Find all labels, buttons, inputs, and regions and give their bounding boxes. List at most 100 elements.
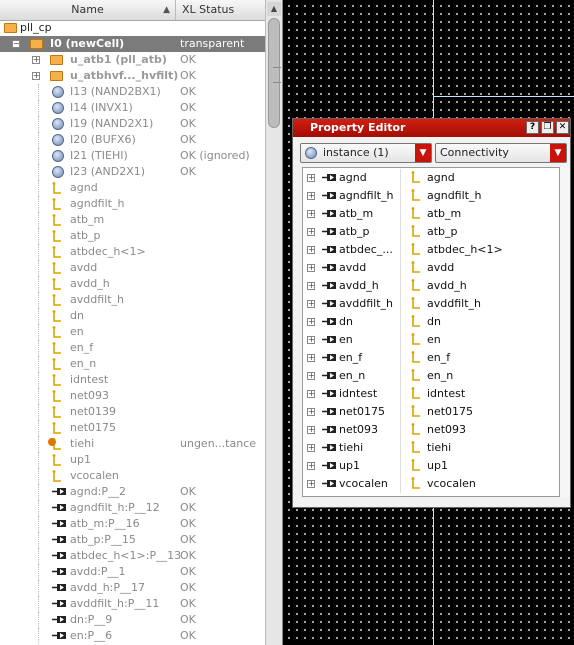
expand-icon[interactable]: + bbox=[307, 444, 315, 452]
connectivity-row[interactable]: + avddfilt_h avddfilt_h bbox=[303, 295, 559, 313]
expand-icon[interactable]: + bbox=[307, 228, 315, 236]
tree-row[interactable]: avdd_h:P__17 OK bbox=[0, 580, 265, 596]
connectivity-row[interactable]: + net0175 net0175 bbox=[303, 403, 559, 421]
collapse-icon[interactable]: − bbox=[12, 40, 20, 48]
tree-row[interactable]: en_f bbox=[0, 340, 265, 356]
tree-row[interactable]: avddfilt_h bbox=[0, 292, 265, 308]
tree-row[interactable]: dn bbox=[0, 308, 265, 324]
tree-row[interactable]: atb_p:P__15 OK bbox=[0, 532, 265, 548]
connectivity-row[interactable]: + dn dn bbox=[303, 313, 559, 331]
tree-row[interactable]: en bbox=[0, 324, 265, 340]
expand-icon[interactable]: + bbox=[307, 246, 315, 254]
net-name[interactable]: en_n bbox=[427, 367, 453, 385]
connectivity-row[interactable]: + atb_p atb_p bbox=[303, 223, 559, 241]
connectivity-row[interactable]: + avdd_h avdd_h bbox=[303, 277, 559, 295]
view-combo[interactable]: Connectivity ▼ bbox=[435, 143, 567, 163]
net-name[interactable]: atb_m bbox=[427, 205, 461, 223]
net-name[interactable]: net0175 bbox=[427, 403, 473, 421]
close-button[interactable]: ✕ bbox=[556, 121, 569, 134]
connectivity-row[interactable]: + en_f en_f bbox=[303, 349, 559, 367]
net-name[interactable]: atbdec_h<1> bbox=[427, 241, 503, 259]
tree-row[interactable]: atbdec_h<1> bbox=[0, 244, 265, 260]
net-name[interactable]: up1 bbox=[427, 457, 448, 475]
tree-row[interactable]: I20 (BUFX6) OK bbox=[0, 132, 265, 148]
property-editor-titlebar[interactable]: Property Editor ? ❐ ✕ bbox=[293, 119, 570, 137]
tree-row[interactable]: I14 (INVX1) OK bbox=[0, 100, 265, 116]
tree-row[interactable]: − I0 (newCell) transparent bbox=[0, 36, 265, 52]
expand-icon[interactable]: + bbox=[307, 354, 315, 362]
connectivity-row[interactable]: + tiehi tiehi bbox=[303, 439, 559, 457]
net-name[interactable]: dn bbox=[427, 313, 441, 331]
expand-icon[interactable]: + bbox=[307, 462, 315, 470]
tree-row[interactable]: avdd:P__1 OK bbox=[0, 564, 265, 580]
tree-row[interactable]: agndfilt_h bbox=[0, 196, 265, 212]
net-name[interactable]: idntest bbox=[427, 385, 465, 403]
connectivity-row[interactable]: + atbdec_... atbdec_h<1> bbox=[303, 241, 559, 259]
connectivity-row[interactable]: + agndfilt_h agndfilt_h bbox=[303, 187, 559, 205]
expand-icon[interactable]: + bbox=[307, 372, 315, 380]
connectivity-row[interactable]: + en en bbox=[303, 331, 559, 349]
expand-icon[interactable]: + bbox=[32, 72, 40, 80]
column-header-name[interactable]: Name ▲ bbox=[0, 0, 176, 20]
expand-icon[interactable]: + bbox=[307, 282, 315, 290]
scroll-up-icon[interactable]: ▲ bbox=[267, 2, 281, 16]
connectivity-row[interactable]: + en_n en_n bbox=[303, 367, 559, 385]
tree-row[interactable]: agnd:P__2 OK bbox=[0, 484, 265, 500]
tree-row[interactable]: dn:P__9 OK bbox=[0, 612, 265, 628]
expand-icon[interactable]: + bbox=[307, 192, 315, 200]
expand-icon[interactable]: + bbox=[32, 56, 40, 64]
tree-row[interactable]: atb_m:P__16 OK bbox=[0, 516, 265, 532]
tree-row[interactable]: up1 bbox=[0, 452, 265, 468]
expand-icon[interactable]: + bbox=[307, 210, 315, 218]
expand-icon[interactable]: + bbox=[307, 408, 315, 416]
net-name[interactable]: agndfilt_h bbox=[427, 187, 481, 205]
net-name[interactable]: agnd bbox=[427, 169, 455, 187]
connectivity-row[interactable]: + net093 net093 bbox=[303, 421, 559, 439]
net-name[interactable]: avdd bbox=[427, 259, 454, 277]
net-name[interactable]: net093 bbox=[427, 421, 466, 439]
restore-button[interactable]: ❐ bbox=[541, 121, 554, 134]
tree-row[interactable]: agnd bbox=[0, 180, 265, 196]
net-name[interactable]: en bbox=[427, 331, 441, 349]
column-header-xl-status[interactable]: XL Status bbox=[176, 0, 265, 20]
tree-row[interactable]: atb_p bbox=[0, 228, 265, 244]
tree-row[interactable]: atbdec_h<1>:P__13 OK bbox=[0, 548, 265, 564]
net-name[interactable]: vcocalen bbox=[427, 475, 476, 493]
tree-row[interactable]: atb_m bbox=[0, 212, 265, 228]
tree-row[interactable]: pll_cp bbox=[0, 20, 265, 36]
connectivity-row[interactable]: + idntest idntest bbox=[303, 385, 559, 403]
tree-row[interactable]: I23 (AND2X1) OK bbox=[0, 164, 265, 180]
net-name[interactable]: avddfilt_h bbox=[427, 295, 481, 313]
connectivity-row[interactable]: + atb_m atb_m bbox=[303, 205, 559, 223]
tree-row[interactable]: net093 bbox=[0, 388, 265, 404]
tree-row[interactable]: idntest bbox=[0, 372, 265, 388]
tree-row[interactable]: agndfilt_h:P__12 OK bbox=[0, 500, 265, 516]
tree-row[interactable]: net0175 bbox=[0, 420, 265, 436]
expand-icon[interactable]: + bbox=[307, 300, 315, 308]
tree-row[interactable]: avdd bbox=[0, 260, 265, 276]
connectivity-row[interactable]: + up1 up1 bbox=[303, 457, 559, 475]
scroll-thumb[interactable] bbox=[268, 18, 281, 128]
connectivity-row[interactable]: + vcocalen vcocalen bbox=[303, 475, 559, 493]
object-type-combo[interactable]: instance (1) ▼ bbox=[300, 143, 432, 163]
tree-row[interactable]: I13 (NAND2BX1) OK bbox=[0, 84, 265, 100]
expand-icon[interactable]: + bbox=[307, 318, 315, 326]
tree-vertical-scrollbar[interactable]: ▲ bbox=[265, 0, 282, 645]
expand-icon[interactable]: + bbox=[307, 480, 315, 488]
expand-icon[interactable]: + bbox=[307, 390, 315, 398]
net-name[interactable]: tiehi bbox=[427, 439, 451, 457]
tree-row[interactable]: en:P__6 OK bbox=[0, 628, 265, 644]
tree-row[interactable]: vcocalen bbox=[0, 468, 265, 484]
tree-row[interactable]: tiehi ungen...tance bbox=[0, 436, 265, 452]
tree-row[interactable]: avdd_h bbox=[0, 276, 265, 292]
net-name[interactable]: atb_p bbox=[427, 223, 458, 241]
tree-row[interactable]: net0139 bbox=[0, 404, 265, 420]
chevron-down-icon[interactable]: ▼ bbox=[550, 144, 566, 162]
tree-row[interactable]: + u_atbhvf..._hvfilt) OK bbox=[0, 68, 265, 84]
tree-row[interactable]: I19 (NAND2X1) OK bbox=[0, 116, 265, 132]
property-editor-scrollbar[interactable] bbox=[560, 167, 570, 497]
expand-icon[interactable]: + bbox=[307, 336, 315, 344]
connectivity-row[interactable]: + avdd avdd bbox=[303, 259, 559, 277]
chevron-down-icon[interactable]: ▼ bbox=[415, 144, 431, 162]
expand-icon[interactable]: + bbox=[307, 264, 315, 272]
